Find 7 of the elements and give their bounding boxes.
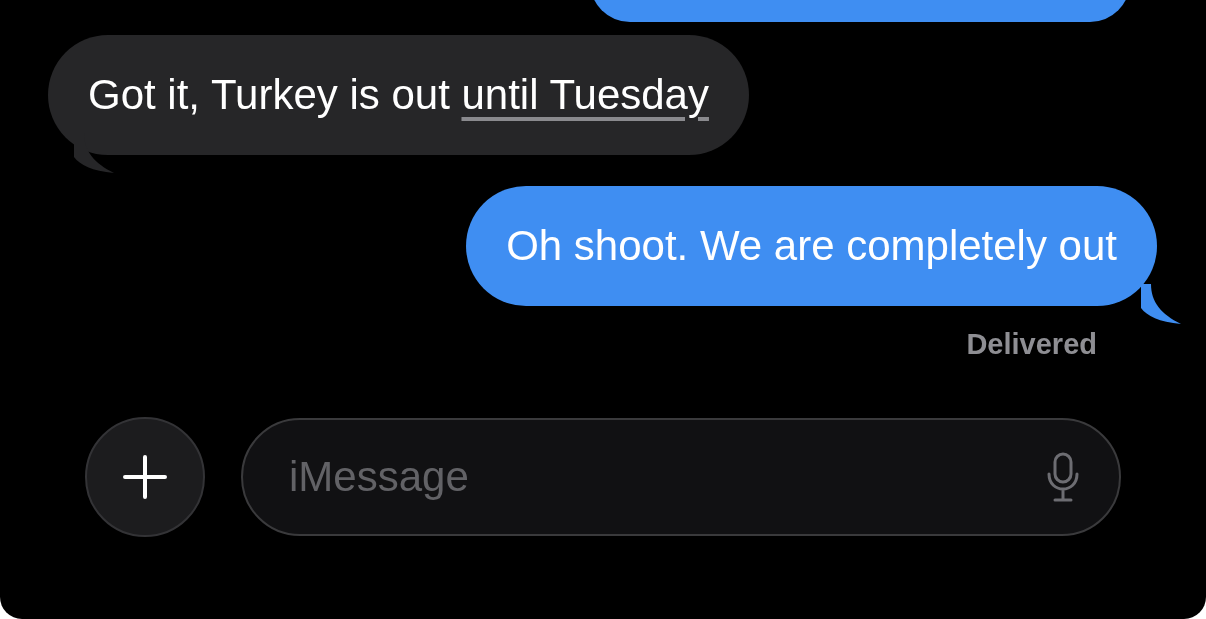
- message-text: Got it, Turkey is out until Tuesday: [88, 71, 709, 118]
- microphone-icon[interactable]: [1047, 452, 1079, 502]
- plus-icon: [121, 453, 169, 501]
- delivery-status: Delivered: [966, 328, 1097, 361]
- message-input-field[interactable]: iMessage: [241, 418, 1121, 536]
- date-link[interactable]: until Tuesday: [461, 71, 709, 118]
- message-text: Oh shoot. We are completely out: [506, 222, 1117, 269]
